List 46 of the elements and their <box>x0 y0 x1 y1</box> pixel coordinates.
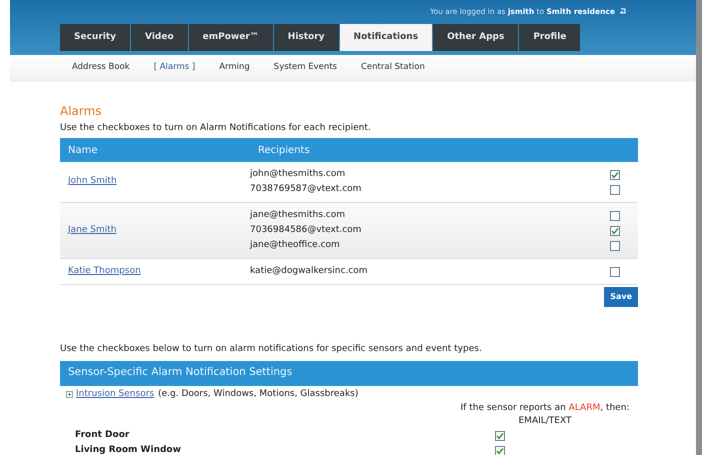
checkbox[interactable] <box>610 240 620 250</box>
subnav-link[interactable]: Central Station <box>360 61 425 82</box>
sensor-group-note: (e.g. Doors, Windows, Motions, Glassbreaks) <box>158 388 358 401</box>
column-header: Name <box>68 144 99 158</box>
recipient-address: jane@theoffice.com <box>250 238 341 252</box>
recipient-address: katie@dogwalkersinc.com <box>250 264 368 278</box>
section-title: Alarms <box>60 103 103 120</box>
checkbox[interactable] <box>610 210 620 220</box>
checkbox[interactable] <box>495 446 505 455</box>
instructions: Use the checkboxes to turn on Alarm Notifications for each recipient. <box>60 122 372 136</box>
subnav-link[interactable]: System Events <box>274 61 337 82</box>
checkbox[interactable] <box>610 226 620 236</box>
recipient-name-link[interactable]: Katie Thompson <box>68 264 141 278</box>
nav-tab[interactable]: Profile <box>519 24 580 51</box>
sensor-name: Living Room Window <box>75 444 182 455</box>
logout-icon[interactable] <box>619 8 626 16</box>
nav-tab[interactable]: Other Apps <box>433 24 518 51</box>
save-button[interactable]: Save <box>604 287 638 308</box>
recipient-name-link[interactable]: John Smith <box>68 175 117 189</box>
sensor-group-link[interactable]: Intrusion Sensors <box>76 388 154 402</box>
section-header: Sensor-Specific Alarm Notification Settings <box>60 360 638 386</box>
recipient-address: john@thesmiths.com <box>250 168 346 181</box>
checkbox[interactable] <box>495 431 505 441</box>
nav-tab[interactable]: Video <box>131 24 188 51</box>
recipient-address: jane@thesmiths.com <box>250 208 346 222</box>
subnav-link[interactable]: [ Alarms ] <box>154 61 196 82</box>
column-header: EMAIL/TEXT <box>518 415 572 428</box>
checkbox[interactable] <box>610 170 620 180</box>
checkbox[interactable] <box>610 266 620 276</box>
nav-tab[interactable]: emPower™ <box>188 24 273 51</box>
subnav-link[interactable]: Arming <box>219 61 250 82</box>
alarm-prompt: If the sensor reports an ALARM, then: <box>460 402 630 414</box>
nav-tab[interactable]: Notifications <box>340 24 432 51</box>
checkmark-icon <box>611 170 619 178</box>
subnav-link[interactable]: Address Book <box>72 61 130 82</box>
nav-tab[interactable]: History <box>274 24 339 51</box>
checkmark-icon <box>611 226 619 234</box>
instructions: Use the checkboxes below to turn on alarm notifications for specific sensors and event types. <box>60 343 483 356</box>
recipient-address: 7038769587@vtext.com <box>250 182 362 196</box>
nav-tab[interactable]: Security <box>60 24 130 51</box>
column-header: Recipients <box>258 144 310 158</box>
expand-icon[interactable] <box>66 391 73 398</box>
recipient-address: 7036984586@vtext.com <box>250 224 362 237</box>
sensor-name: Front Door <box>75 429 130 442</box>
checkbox[interactable] <box>610 184 620 194</box>
recipient-name-link[interactable]: Jane Smith <box>68 224 116 238</box>
